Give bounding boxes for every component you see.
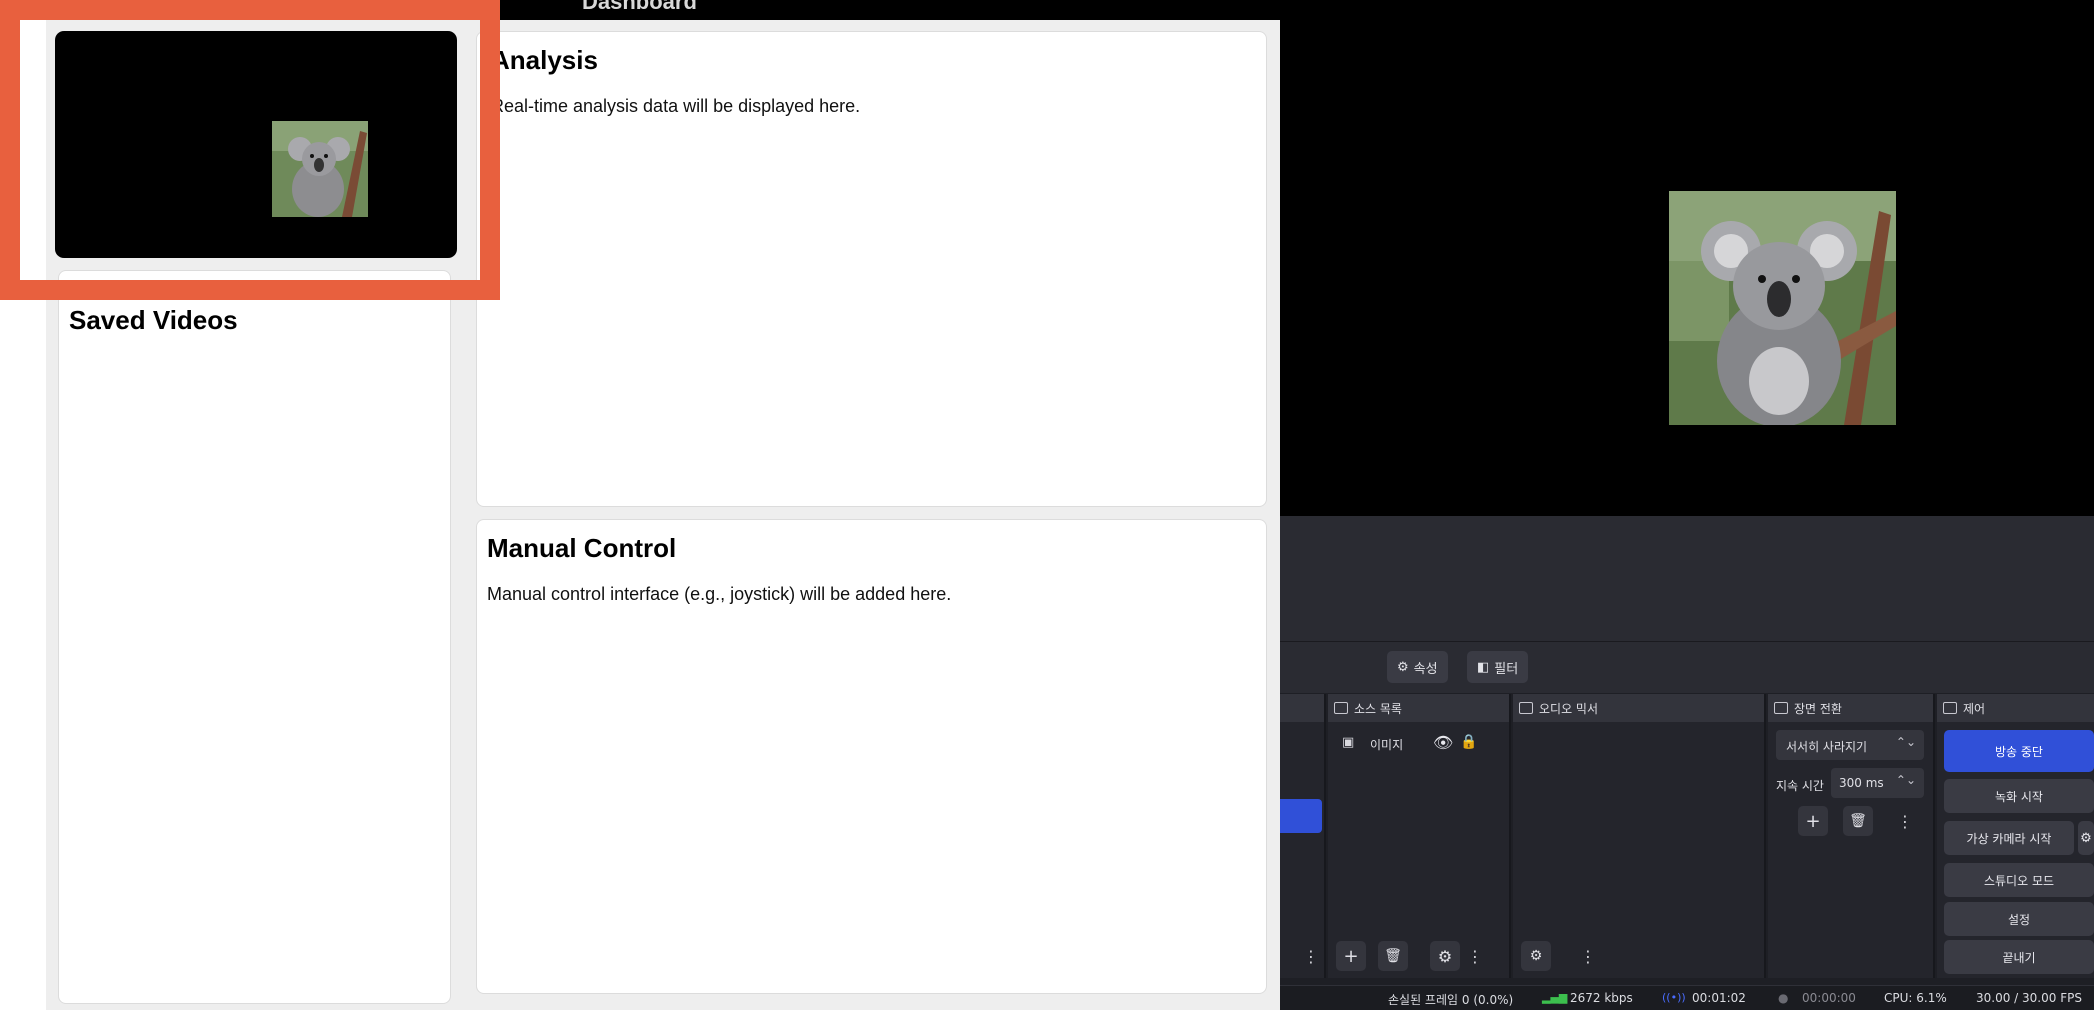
virtual-camera-settings-icon[interactable]: ⚙ [2078, 821, 2094, 855]
properties-label: 속성 [1413, 661, 1438, 677]
lock-icon[interactable]: 🔒 [1460, 734, 1477, 750]
stream-time: 00:01:02 [1692, 991, 1746, 1005]
studio-mode-button[interactable]: 스튜디오 모드 [1944, 863, 2094, 897]
header-bar: Dashboard [46, 0, 1280, 20]
audio-settings-button[interactable]: ⚙ [1521, 941, 1551, 971]
manual-control-title: Manual Control [487, 533, 677, 563]
controls-dock-title: 제어 [1963, 701, 1986, 716]
audio-mixer-header: 오디오 믹서 [1513, 694, 1764, 722]
obs-status-bar: 손실된 프레임 0 (0.0%) ▂▄▆ 2672 kbps ((•)) 00:… [1280, 985, 2094, 1010]
properties-button[interactable]: ⚙ 속성 [1387, 651, 1448, 683]
transitions-more-icon[interactable]: ⋮ [1897, 806, 1913, 836]
scenes-more-icon[interactable]: ⋮ [1303, 941, 1319, 971]
cpu-usage: CPU: 6.1% [1884, 991, 1947, 1005]
source-name: 이미지 [1370, 738, 1404, 752]
bitrate: 2672 kbps [1570, 991, 1633, 1005]
streaming-icon: ((•)) [1662, 991, 1686, 1004]
start-virtual-camera-button[interactable]: 가상 카메라 시작 [1944, 821, 2074, 855]
dock-icon [1519, 702, 1533, 714]
transition-select[interactable]: 서서히 사라지기 ⌃⌄ [1776, 730, 1924, 760]
koala-video-frame [272, 121, 368, 217]
obs-window: ⚙ 속성 ◧ 필터 ⋮ 소스 목록 ▣ 이미지 👁 🔒 + 🗑 ⚙ ⋮ 오디오 … [1280, 0, 2094, 1010]
dock-icon [1774, 702, 1788, 714]
exit-button[interactable]: 끝내기 [1944, 940, 2094, 974]
scenes-dock: ⋮ [1280, 694, 1326, 978]
controls-dock-header: 제어 [1937, 694, 2094, 722]
source-toolbar: ⚙ 속성 ◧ 필터 [1280, 641, 2094, 693]
transitions-dock-header: 장면 전환 [1768, 694, 1933, 722]
saved-videos-panel: Saved Videos [58, 270, 451, 1004]
selected-scene-item[interactable] [1280, 799, 1322, 833]
stop-stream-button[interactable]: 방송 중단 [1944, 730, 2094, 772]
dock-icon [1334, 702, 1348, 714]
duration-label: 지속 시간 [1776, 779, 1824, 793]
audio-more-icon[interactable]: ⋮ [1580, 941, 1596, 971]
transitions-dock: 장면 전환 서서히 사라지기 ⌃⌄ 지속 시간 300 ms ⌃⌄ + 🗑 ⋮ [1768, 694, 1935, 978]
add-source-button[interactable]: + [1336, 941, 1366, 971]
duration-spinbox[interactable]: 300 ms ⌃⌄ [1831, 768, 1924, 798]
duration-value: 300 ms [1839, 776, 1884, 790]
source-item[interactable]: ▣ 이미지 👁 🔒 [1328, 728, 1507, 758]
start-recording-button[interactable]: 녹화 시작 [1944, 779, 2094, 813]
screen: Dashboard Saved Videos Analysis Real-tim… [0, 0, 2094, 1010]
fps: 30.00 / 30.00 FPS [1976, 991, 2082, 1005]
eye-icon[interactable]: 👁 [1433, 733, 1453, 752]
header-text: Dashboard [582, 0, 697, 14]
sources-dock-title: 소스 목록 [1354, 701, 1402, 716]
remove-source-button[interactable]: 🗑 [1378, 941, 1408, 971]
saved-videos-title: Saved Videos [69, 305, 238, 335]
record-time: 00:00:00 [1802, 991, 1856, 1005]
transition-select-value: 서서히 사라지기 [1786, 740, 1868, 754]
dropped-frames: 손실된 프레임 0 (0.0%) [1388, 993, 1514, 1007]
chevron-updown-icon: ⌃⌄ [1895, 735, 1916, 749]
analysis-title: Analysis [491, 45, 598, 75]
settings-button[interactable]: 설정 [1944, 902, 2094, 936]
sources-dock-header: 소스 목록 [1328, 694, 1509, 722]
signal-bars-icon: ▂▄▆ [1542, 991, 1568, 1004]
analysis-description: Real-time analysis data will be displaye… [491, 96, 861, 116]
source-properties-button[interactable]: ⚙ [1430, 941, 1460, 971]
obs-preview[interactable] [1280, 0, 2094, 516]
dock-icon [1943, 702, 1957, 714]
live-video-card[interactable] [55, 31, 457, 258]
koala-image-source [1669, 191, 1896, 425]
sources-dock: 소스 목록 ▣ 이미지 👁 🔒 + 🗑 ⚙ ⋮ [1328, 694, 1511, 978]
manual-control-panel: Manual Control Manual control interface … [476, 519, 1267, 994]
web-dashboard: Dashboard Saved Videos Analysis Real-tim… [0, 0, 1280, 1010]
analysis-panel: Analysis Real-time analysis data will be… [476, 31, 1267, 507]
audio-mixer-dock: 오디오 믹서 ⚙ ⋮ [1513, 694, 1766, 978]
add-transition-button[interactable]: + [1798, 806, 1828, 836]
sources-more-icon[interactable]: ⋮ [1467, 941, 1483, 971]
remove-transition-button[interactable]: 🗑 [1843, 806, 1873, 836]
controls-dock: 제어 방송 중단 녹화 시작 가상 카메라 시작 ⚙ 스튜디오 모드 설정 끝내… [1937, 694, 2094, 978]
gear-icon: ⚙ [1397, 659, 1409, 675]
filters-button[interactable]: ◧ 필터 [1467, 651, 1529, 683]
filter-icon: ◧ [1477, 659, 1490, 675]
image-source-icon: ▣ [1342, 735, 1355, 750]
scene-area [1280, 516, 2094, 641]
record-indicator-icon: ● [1778, 991, 1789, 1005]
filters-label: 필터 [1494, 661, 1519, 677]
scenes-dock-header [1280, 694, 1324, 722]
spin-arrows-icon: ⌃⌄ [1895, 773, 1916, 787]
transitions-dock-title: 장면 전환 [1794, 701, 1842, 716]
manual-control-description: Manual control interface (e.g., joystick… [487, 584, 952, 604]
audio-mixer-title: 오디오 믹서 [1539, 701, 1599, 716]
